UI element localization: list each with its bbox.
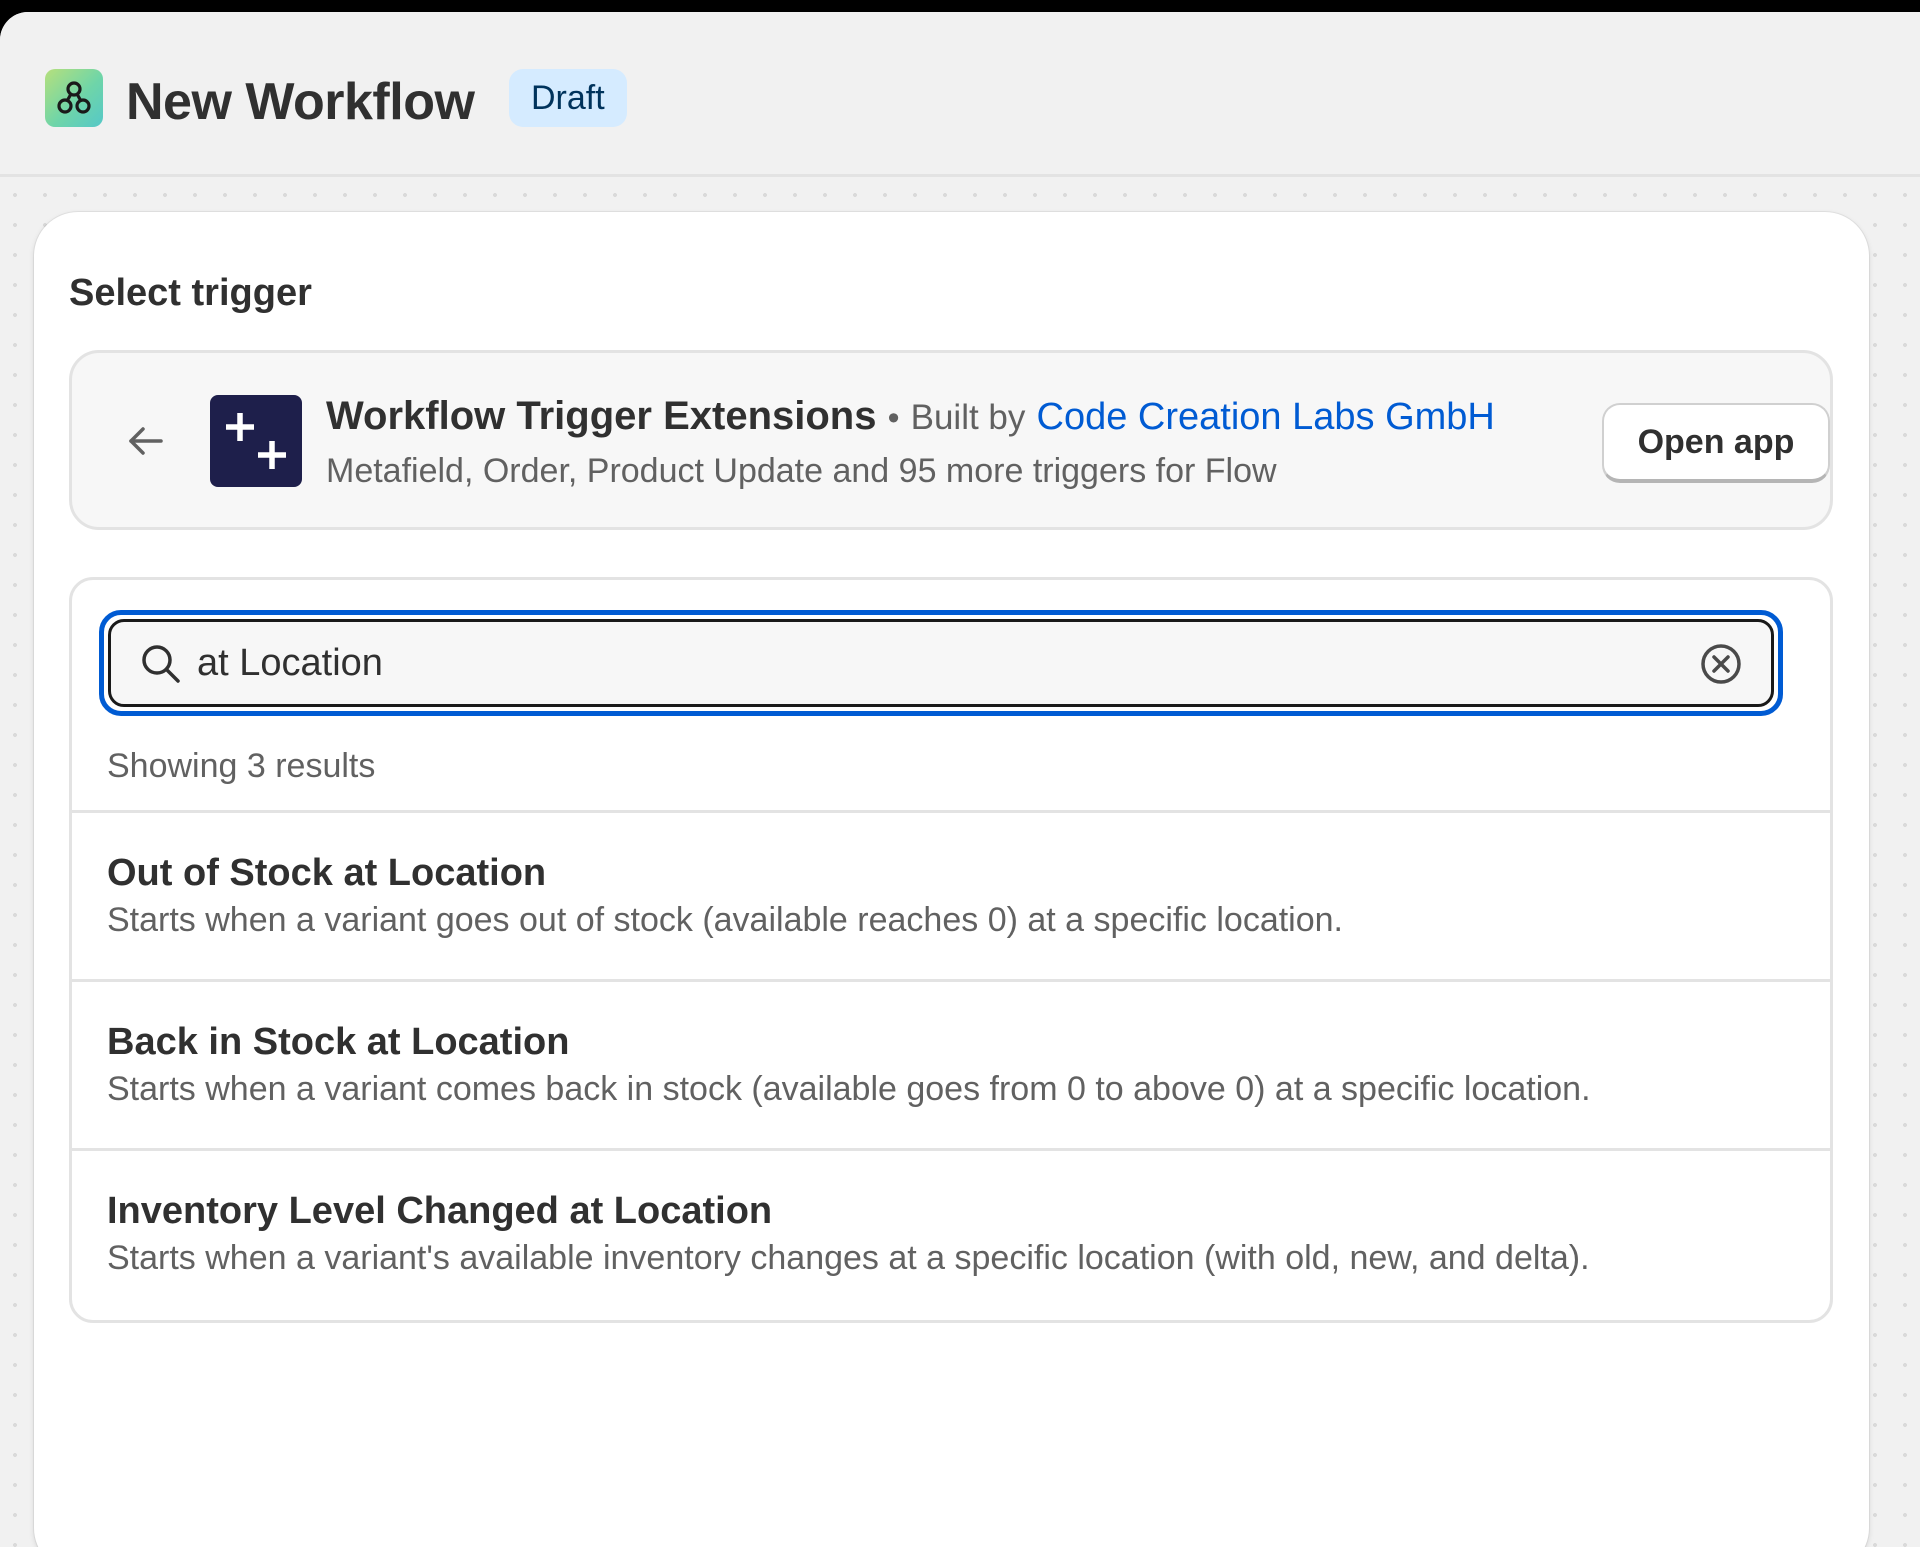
workflow-icon bbox=[45, 69, 103, 127]
back-button[interactable] bbox=[118, 413, 174, 469]
app-name-line: Workflow Trigger Extensions • Built by C… bbox=[326, 391, 1495, 443]
list-item[interactable]: Out of Stock at Location Starts when a v… bbox=[72, 810, 1830, 979]
search-icon bbox=[142, 645, 180, 683]
results-list: Out of Stock at Location Starts when a v… bbox=[72, 810, 1830, 1317]
trigger-panel: Select trigger Workflow Trigger Extensio… bbox=[34, 212, 1869, 1547]
list-item[interactable]: Inventory Level Changed at Location Star… bbox=[72, 1148, 1830, 1317]
item-description: Starts when a variant goes out of stock … bbox=[107, 901, 1343, 939]
built-by-label: Built by bbox=[910, 398, 1026, 437]
vendor-link[interactable]: Code Creation Labs GmbH bbox=[1037, 396, 1495, 438]
results-card: Showing 3 results Out of Stock at Locati… bbox=[69, 577, 1833, 1323]
app-description: Metafield, Order, Product Update and 95 … bbox=[326, 452, 1277, 490]
search-input[interactable] bbox=[197, 622, 1647, 704]
status-badge: Draft bbox=[509, 69, 627, 127]
result-count: Showing 3 results bbox=[107, 747, 376, 785]
clear-circle-icon[interactable] bbox=[1697, 640, 1745, 688]
search-box bbox=[108, 619, 1774, 707]
list-item[interactable]: Back in Stock at Location Starts when a … bbox=[72, 979, 1830, 1148]
item-title: Out of Stock at Location bbox=[107, 852, 547, 894]
plus-plus-icon bbox=[210, 395, 302, 487]
open-app-button[interactable]: Open app bbox=[1602, 403, 1830, 483]
app-window: New Workflow Draft Select trigger Workfl… bbox=[0, 12, 1920, 1547]
item-description: Starts when a variant's available invent… bbox=[107, 1239, 1590, 1277]
separator-dot: • bbox=[887, 399, 900, 437]
arrow-left-icon bbox=[129, 427, 163, 455]
search-field bbox=[99, 610, 1783, 716]
item-title: Back in Stock at Location bbox=[107, 1021, 570, 1063]
panel-title: Select trigger bbox=[69, 272, 312, 314]
app-card: Workflow Trigger Extensions • Built by C… bbox=[69, 350, 1833, 530]
page-title: New Workflow bbox=[126, 73, 475, 131]
app-name: Workflow Trigger Extensions bbox=[326, 394, 877, 438]
item-title: Inventory Level Changed at Location bbox=[107, 1190, 773, 1232]
item-description: Starts when a variant comes back in stoc… bbox=[107, 1070, 1591, 1108]
top-bar: New Workflow Draft bbox=[0, 12, 1920, 177]
